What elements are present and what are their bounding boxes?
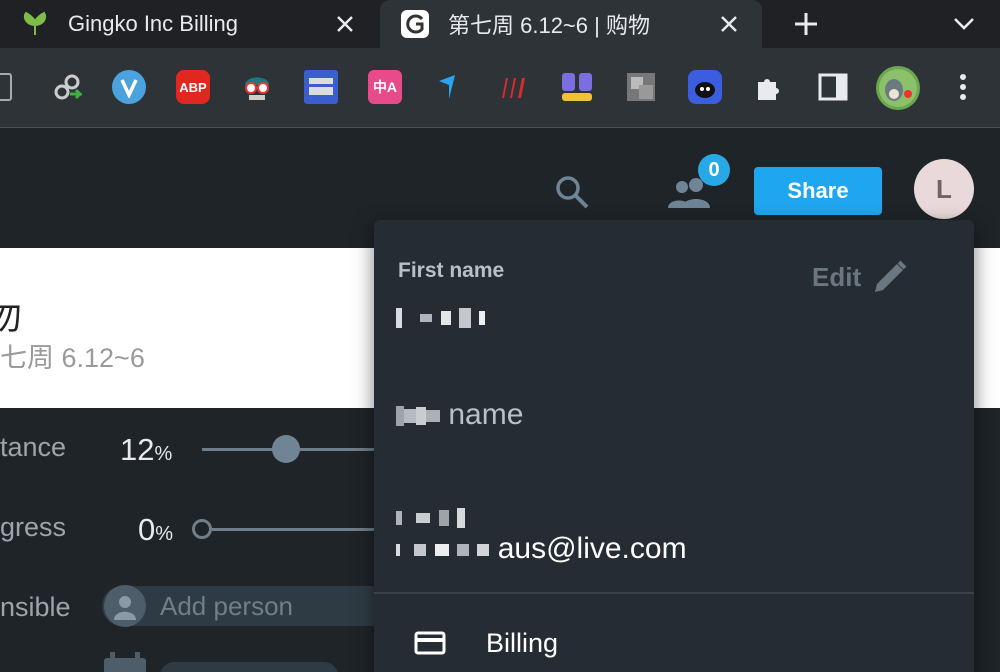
- chevron-down-icon: [954, 18, 974, 30]
- email-value: aus@live.com: [396, 532, 687, 566]
- credit-card-icon: [412, 625, 448, 661]
- progress-label: gress: [0, 512, 67, 542]
- close-icon[interactable]: [714, 9, 744, 39]
- blue-face-icon[interactable]: [688, 70, 722, 104]
- tab-gingko-billing[interactable]: Gingko Inc Billing: [0, 0, 378, 48]
- add-person-field[interactable]: Add person: [102, 585, 402, 627]
- dictionary-icon[interactable]: [624, 70, 658, 104]
- plus-icon: [795, 13, 817, 35]
- search-button[interactable]: [550, 170, 594, 214]
- robot-glasses-icon[interactable]: [240, 70, 274, 104]
- person-icon: [104, 585, 146, 627]
- cursor-blue-icon[interactable]: [432, 70, 466, 104]
- card-subtitle: 七周 6.12~6: [0, 343, 145, 373]
- billing-menu-item[interactable]: Billing: [374, 615, 974, 671]
- menu-divider: [374, 592, 974, 594]
- edit-profile-button[interactable]: Edit: [812, 258, 909, 296]
- first-name-label: First name: [398, 259, 505, 282]
- link-arrow-icon[interactable]: [50, 70, 84, 104]
- collaborator-count-badge: 0: [698, 154, 730, 186]
- sidepanel-icon[interactable]: [816, 70, 850, 104]
- close-icon[interactable]: [330, 9, 360, 39]
- progress-slider[interactable]: [212, 528, 382, 531]
- date-field[interactable]: [160, 662, 338, 672]
- progress-value: 0%: [138, 512, 174, 547]
- pencil-icon: [875, 260, 907, 292]
- blocks-icon[interactable]: [560, 70, 594, 104]
- tab-title: Gingko Inc Billing: [68, 11, 238, 36]
- last-name-label: name: [396, 398, 523, 432]
- progress-slider-knob[interactable]: [192, 519, 212, 539]
- tab-title: 第七周 6.12~6 | 购物: [448, 13, 650, 38]
- panel-icon[interactable]: [304, 70, 338, 104]
- v-circle-icon[interactable]: [112, 70, 146, 104]
- responsible-label: nsible: [0, 592, 71, 622]
- tab-shopping[interactable]: 第七周 6.12~6 | 购物: [380, 0, 762, 48]
- puzzle-icon[interactable]: [752, 70, 786, 104]
- search-icon: [556, 176, 589, 209]
- abp-icon[interactable]: ABP: [176, 70, 210, 104]
- edit-label: Edit: [812, 261, 862, 292]
- translate-icon[interactable]: 中A: [368, 70, 402, 104]
- new-tab-button[interactable]: [786, 6, 826, 42]
- menu-dots-icon[interactable]: [946, 70, 980, 104]
- totoro-avatar-icon[interactable]: [876, 66, 920, 110]
- calendar-icon[interactable]: [102, 652, 148, 672]
- tab-search-button[interactable]: [944, 6, 984, 42]
- billing-label: Billing: [486, 627, 559, 658]
- browser-toolbar: ABP 中A: [0, 48, 1000, 128]
- browser-tab-strip: Gingko Inc Billing 第七周 6.12~6 | 购物: [0, 0, 1000, 48]
- importance-value: 12%: [120, 432, 173, 467]
- window-icon[interactable]: [0, 73, 12, 101]
- email-label-redacted: [396, 500, 466, 534]
- share-button[interactable]: Share: [754, 167, 882, 215]
- card-title: 勿: [0, 298, 22, 338]
- gingko-g-icon: [400, 9, 430, 39]
- ginkgo-leaf-icon: [20, 9, 50, 39]
- importance-label: tance: [0, 432, 67, 462]
- first-name-value-redacted: [396, 300, 486, 334]
- importance-slider-knob[interactable]: [272, 435, 300, 463]
- red-stripes-icon[interactable]: [496, 70, 530, 104]
- avatar[interactable]: L: [914, 159, 974, 219]
- add-person-placeholder: Add person: [160, 590, 293, 621]
